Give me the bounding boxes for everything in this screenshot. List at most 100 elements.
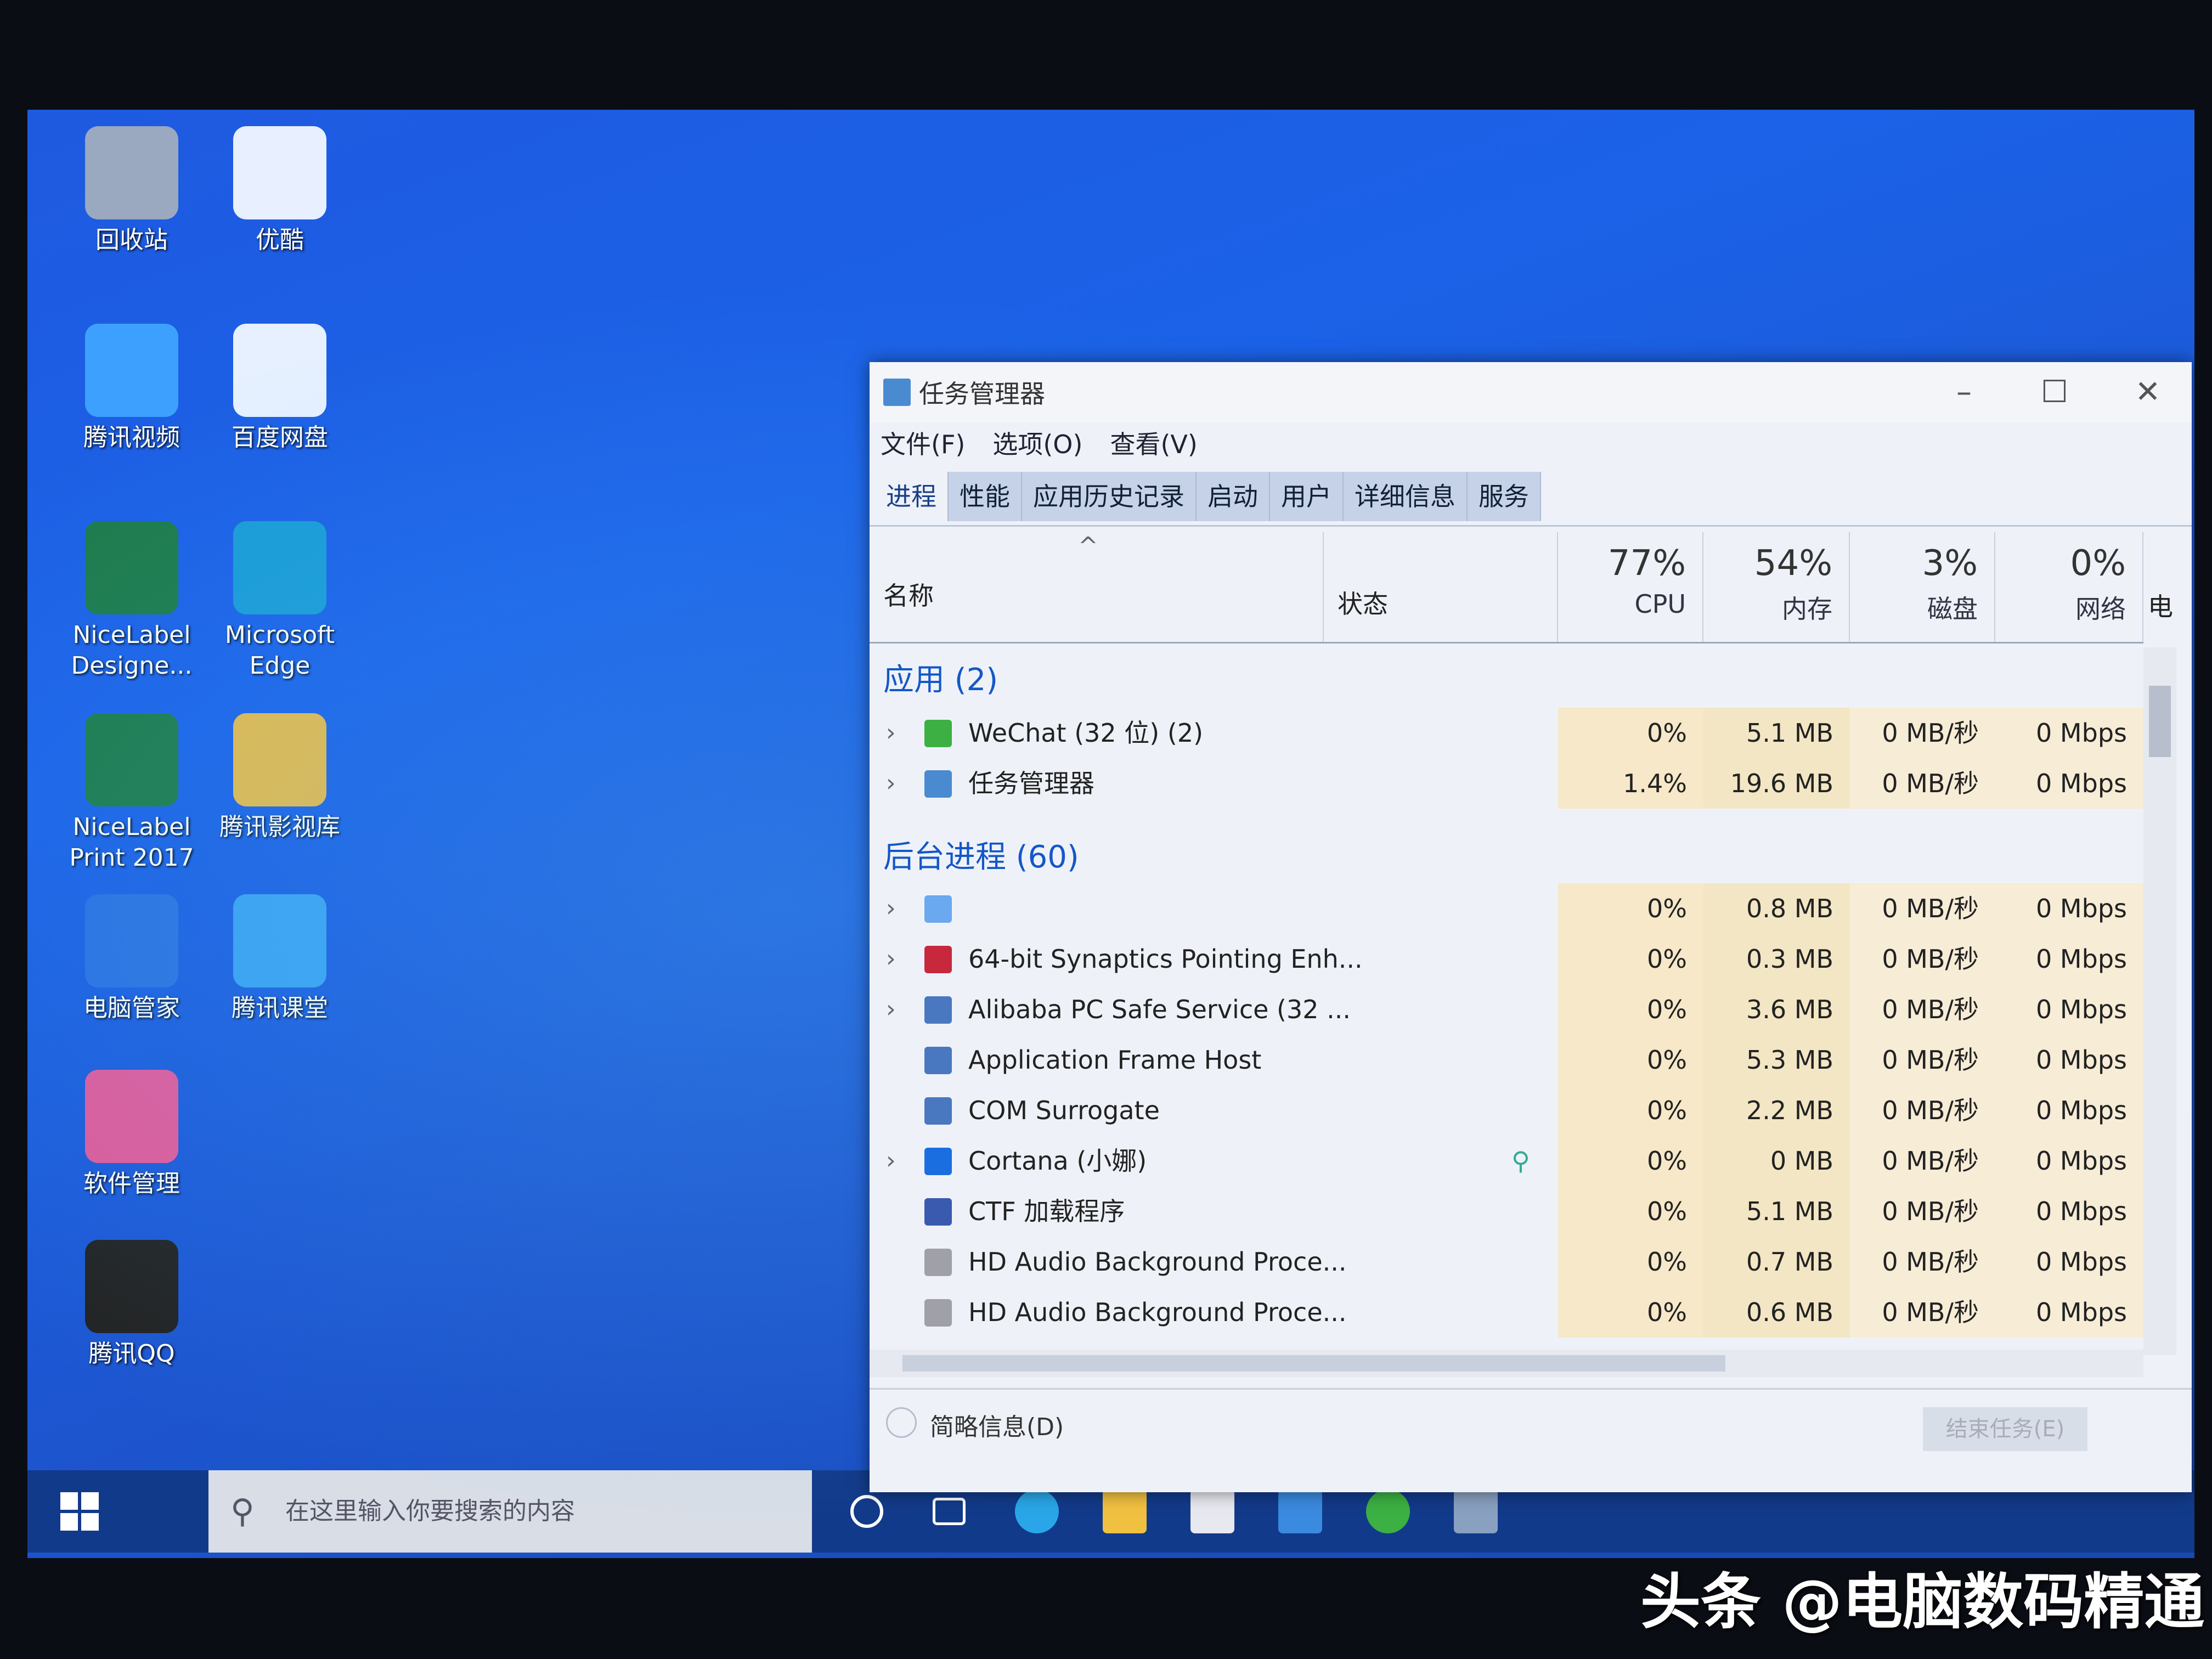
process-row[interactable]: ›0%0.8 MB0 MB/秒0 Mbps bbox=[870, 883, 2143, 934]
process-row[interactable]: ›WeChat (32 位) (2)0%5.1 MB0 MB/秒0 Mbps bbox=[870, 708, 2143, 758]
desktop-icon[interactable]: 优酷 bbox=[208, 126, 351, 256]
process-cpu: 0% bbox=[1558, 708, 1703, 758]
process-net: 0 Mbps bbox=[1995, 758, 2143, 809]
desktop-icon[interactable]: 回收站 bbox=[60, 126, 203, 256]
process-row[interactable]: HD Audio Background Proce...0%0.6 MB0 MB… bbox=[870, 1287, 2143, 1338]
column-status[interactable]: 状态 bbox=[1324, 532, 1558, 642]
desktop-icon-label: 软件管理 bbox=[60, 1169, 203, 1199]
desktop-icon[interactable]: 腾讯课堂 bbox=[208, 894, 351, 1024]
desktop-icon[interactable]: NiceLabel Print 2017 bbox=[60, 713, 203, 873]
h-scrollbar-thumb[interactable] bbox=[902, 1355, 1725, 1372]
desktop-icon[interactable]: 腾讯影视库 bbox=[208, 713, 351, 843]
process-cpu: 0% bbox=[1558, 1287, 1703, 1338]
process-row[interactable]: Application Frame Host0%5.3 MB0 MB/秒0 Mb… bbox=[870, 1035, 2143, 1085]
mail-icon[interactable] bbox=[1278, 1489, 1322, 1533]
store-icon[interactable] bbox=[1190, 1489, 1234, 1533]
group-header-background: 后台进程 (60) bbox=[883, 833, 1090, 882]
close-button[interactable]: ✕ bbox=[2112, 368, 2183, 417]
memory-total: 54% bbox=[1703, 543, 1849, 584]
vertical-scrollbar[interactable] bbox=[2143, 647, 2176, 1355]
process-name: COM Surrogate bbox=[968, 1085, 1160, 1136]
process-name: WeChat (32 位) (2) bbox=[968, 708, 1203, 758]
wechat-icon[interactable] bbox=[1366, 1489, 1410, 1533]
desktop-icon[interactable]: 软件管理 bbox=[60, 1070, 203, 1199]
title-bar[interactable]: 任务管理器 – ☐ ✕ bbox=[870, 362, 2192, 422]
minimize-button[interactable]: – bbox=[1928, 368, 2000, 417]
process-cpu: 0% bbox=[1558, 1136, 1703, 1186]
group-header-apps: 应用 (2) bbox=[883, 656, 1009, 705]
process-mem: 5.1 MB bbox=[1703, 708, 1850, 758]
search-box[interactable]: ⚲ 在这里输入你要搜索的内容 bbox=[208, 1470, 812, 1553]
task-manager-window: 任务管理器 – ☐ ✕ 文件(F) 选项(O) 查看(V) 进程 性能 应用历史… bbox=[870, 362, 2192, 1492]
desktop-icon[interactable]: 百度网盘 bbox=[208, 324, 351, 453]
desktop-icon-label: NiceLabel Print 2017 bbox=[60, 812, 203, 873]
file-explorer-icon[interactable] bbox=[1103, 1489, 1147, 1533]
expand-chevron-icon[interactable]: › bbox=[886, 883, 896, 934]
desktop-icon-label: 优酷 bbox=[208, 225, 351, 256]
process-row[interactable]: ›任务管理器1.4%19.6 MB0 MB/秒0 Mbps bbox=[870, 758, 2143, 809]
scrollbar-thumb[interactable] bbox=[2149, 686, 2171, 757]
process-disk: 0 MB/秒 bbox=[1850, 1035, 1995, 1085]
expand-chevron-icon[interactable]: › bbox=[886, 758, 896, 809]
edge-icon[interactable] bbox=[1015, 1489, 1059, 1533]
tab-details[interactable]: 详细信息 bbox=[1344, 472, 1468, 521]
process-row[interactable]: CTF 加载程序0%5.1 MB0 MB/秒0 Mbps bbox=[870, 1186, 2143, 1237]
process-mem: 0.6 MB bbox=[1703, 1287, 1850, 1338]
column-disk[interactable]: 3% 磁盘 bbox=[1850, 532, 1995, 642]
process-mem: 19.6 MB bbox=[1703, 758, 1850, 809]
fewer-details-button[interactable]: 简略信息(D) bbox=[930, 1407, 1064, 1442]
column-status-label: 状态 bbox=[1338, 584, 1388, 620]
column-power-clipped[interactable]: 电 bbox=[2148, 587, 2173, 623]
expand-chevron-icon[interactable]: › bbox=[886, 708, 896, 758]
horizontal-scrollbar[interactable] bbox=[870, 1350, 2143, 1377]
process-cpu: 0% bbox=[1558, 984, 1703, 1035]
process-name: 64-bit Synaptics Pointing Enh... bbox=[968, 934, 1363, 984]
process-mem: 3.6 MB bbox=[1703, 984, 1850, 1035]
menu-view[interactable]: 查看(V) bbox=[1110, 422, 1197, 466]
app-icon bbox=[233, 894, 326, 988]
process-mem: 0 MB bbox=[1703, 1136, 1850, 1186]
column-network[interactable]: 0% 网络 bbox=[1995, 532, 2143, 642]
watermark: 头条 @电脑数码精通 bbox=[1640, 1553, 2204, 1640]
process-row[interactable]: ›64-bit Synaptics Pointing Enh...0%0.3 M… bbox=[870, 934, 2143, 984]
desktop-icon[interactable]: 腾讯视频 bbox=[60, 324, 203, 453]
tab-bar: 进程 性能 应用历史记录 启动 用户 详细信息 服务 bbox=[870, 472, 2192, 527]
process-row[interactable]: COM Surrogate0%2.2 MB0 MB/秒0 Mbps bbox=[870, 1085, 2143, 1136]
process-row[interactable]: ›Alibaba PC Safe Service (32 ...0%3.6 MB… bbox=[870, 984, 2143, 1035]
column-memory[interactable]: 54% 内存 bbox=[1703, 532, 1850, 642]
desktop-icon[interactable]: Microsoft Edge bbox=[208, 521, 351, 681]
menu-file[interactable]: 文件(F) bbox=[881, 422, 965, 466]
desktop-icon-label: Microsoft Edge bbox=[208, 620, 351, 681]
desktop-icon-label: 腾讯QQ bbox=[60, 1339, 203, 1369]
start-button[interactable] bbox=[60, 1492, 99, 1531]
cortana-icon[interactable] bbox=[850, 1495, 883, 1528]
expand-chevron-icon[interactable]: › bbox=[886, 984, 896, 1035]
task-view-icon[interactable] bbox=[933, 1498, 966, 1525]
desktop-icon[interactable]: 腾讯QQ bbox=[60, 1240, 203, 1369]
expand-chevron-icon[interactable]: › bbox=[886, 1136, 896, 1186]
tab-startup[interactable]: 启动 bbox=[1197, 472, 1270, 521]
desktop-icon[interactable]: 电脑管家 bbox=[60, 894, 203, 1024]
tab-services[interactable]: 服务 bbox=[1468, 472, 1541, 521]
process-row[interactable]: ›Cortana (小娜)⚲0%0 MB0 MB/秒0 Mbps bbox=[870, 1136, 2143, 1186]
desktop-icon-label: 回收站 bbox=[60, 225, 203, 256]
process-cpu: 0% bbox=[1558, 1186, 1703, 1237]
process-net: 0 Mbps bbox=[1995, 1237, 2143, 1287]
process-icon bbox=[924, 1299, 952, 1327]
menu-options[interactable]: 选项(O) bbox=[992, 422, 1082, 466]
tab-performance[interactable]: 性能 bbox=[949, 472, 1022, 521]
end-task-button[interactable]: 结束任务(E) bbox=[1923, 1407, 2087, 1451]
tab-processes[interactable]: 进程 bbox=[875, 472, 949, 521]
tab-users[interactable]: 用户 bbox=[1270, 472, 1344, 521]
process-icon bbox=[924, 720, 952, 747]
column-name[interactable]: ^ 名称 bbox=[870, 532, 1324, 642]
collapse-icon[interactable] bbox=[886, 1407, 917, 1438]
tab-app-history[interactable]: 应用历史记录 bbox=[1022, 472, 1197, 521]
maximize-button[interactable]: ☐ bbox=[2019, 368, 2090, 417]
expand-chevron-icon[interactable]: › bbox=[886, 934, 896, 984]
column-cpu[interactable]: 77% CPU bbox=[1558, 532, 1703, 642]
app-icon bbox=[85, 521, 178, 614]
task-manager-taskbar-icon[interactable] bbox=[1454, 1489, 1498, 1533]
process-row[interactable]: HD Audio Background Proce...0%0.7 MB0 MB… bbox=[870, 1237, 2143, 1287]
desktop-icon[interactable]: NiceLabel Designe... bbox=[60, 521, 203, 681]
